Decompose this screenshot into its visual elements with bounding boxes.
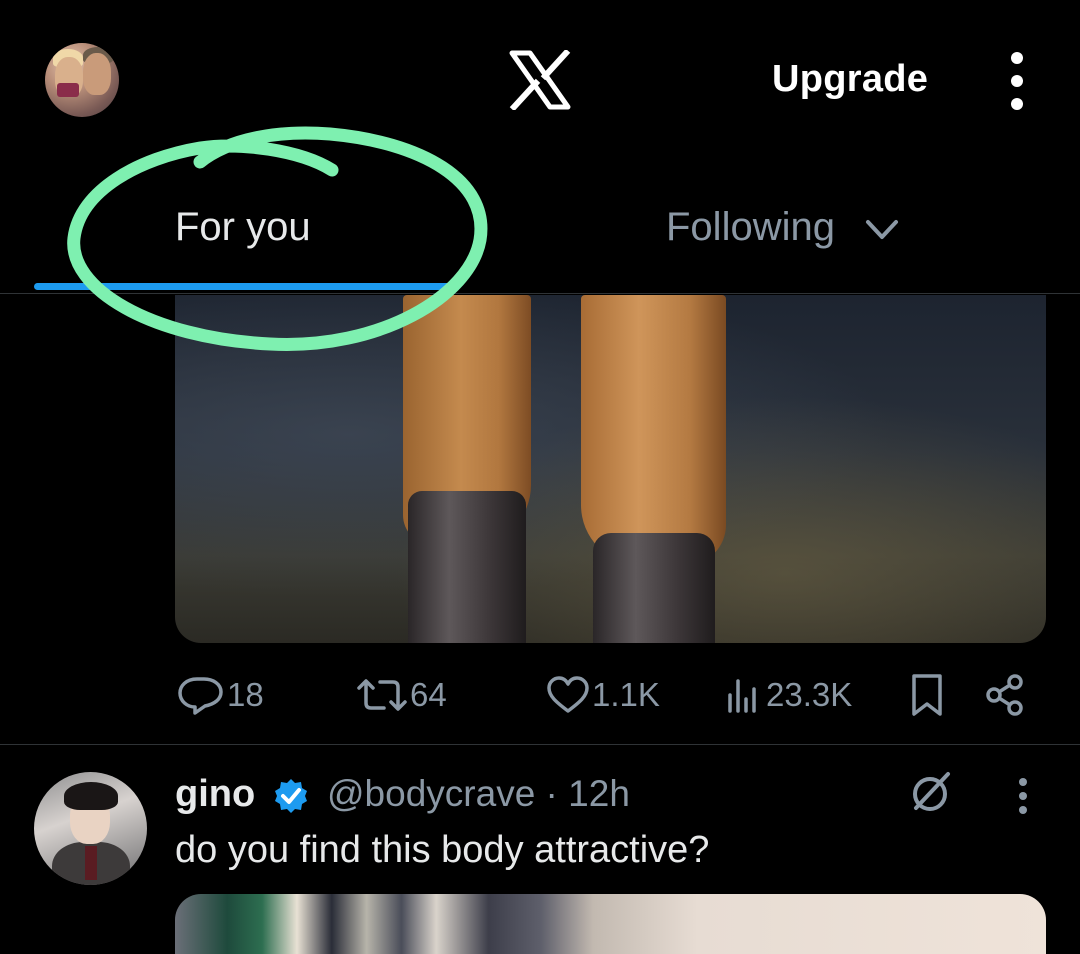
views-button[interactable]: 23.3K [724, 672, 852, 718]
profile-avatar[interactable] [45, 43, 119, 117]
repost-button[interactable]: 64 [356, 672, 447, 718]
bookmark-icon[interactable] [908, 672, 946, 718]
post-media-image[interactable] [175, 295, 1046, 643]
post-text: do you find this body attractive? [175, 829, 710, 871]
post-author-name[interactable]: gino [175, 773, 255, 816]
chevron-down-icon[interactable] [864, 217, 900, 243]
verified-badge-icon [275, 779, 307, 813]
reply-icon [178, 677, 223, 715]
tab-for-you[interactable]: For you [175, 205, 311, 250]
repost-count: 64 [410, 676, 447, 713]
x-logo-icon [509, 50, 571, 110]
post-author-handle[interactable]: @bodycrave [327, 773, 535, 814]
tab-divider [0, 293, 1080, 294]
like-button[interactable]: 1.1K [546, 672, 660, 718]
post-media-image-2[interactable] [175, 894, 1046, 954]
grok-icon[interactable] [906, 768, 954, 816]
active-tab-indicator [34, 283, 457, 290]
post-author-handle-time[interactable]: @bodycrave · 12h [327, 773, 630, 815]
post-time[interactable]: 12h [568, 773, 630, 814]
post-divider [0, 744, 1080, 745]
tab-following[interactable]: Following [666, 205, 835, 250]
post-author-avatar[interactable] [34, 772, 147, 885]
reply-count: 18 [227, 676, 264, 713]
separator-dot: · [535, 773, 569, 814]
reply-button[interactable]: 18 [177, 672, 264, 718]
more-vertical-icon[interactable] [1002, 52, 1032, 110]
views-count: 23.3K [766, 676, 853, 713]
share-icon[interactable] [984, 672, 1026, 718]
post-more-icon[interactable] [1012, 776, 1034, 816]
heart-icon [547, 676, 589, 713]
upgrade-button[interactable]: Upgrade [772, 58, 928, 101]
views-icon [728, 679, 756, 713]
like-count: 1.1K [592, 676, 660, 713]
repost-icon [357, 679, 407, 711]
